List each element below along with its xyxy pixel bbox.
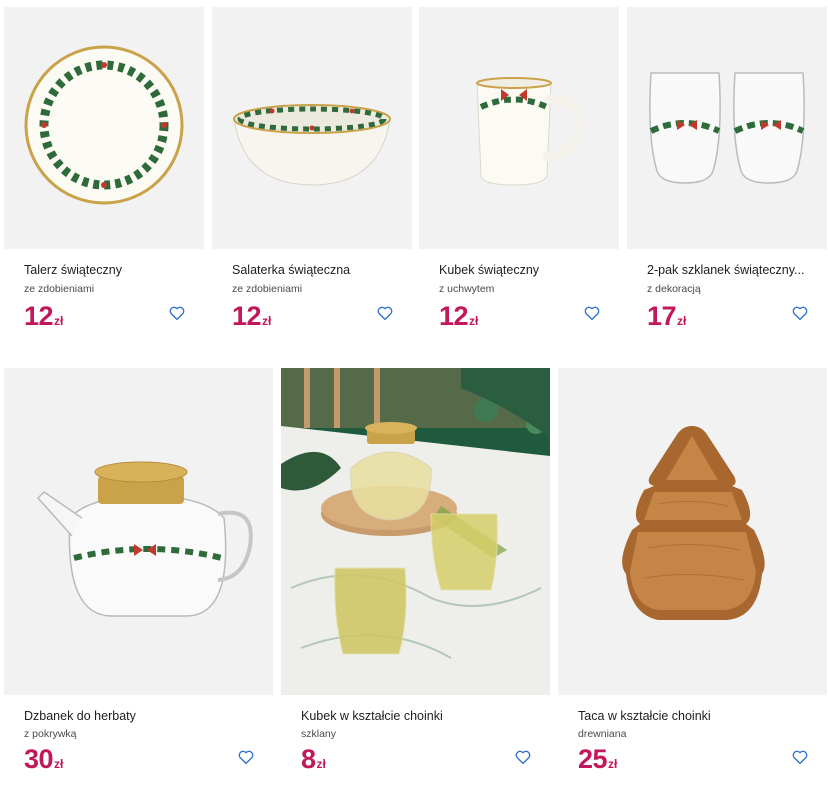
product-card-plate[interactable]: Talerz świąteczny ze zdobieniami 12 zł bbox=[4, 7, 204, 337]
product-title[interactable]: Taca w kształcie choinki bbox=[578, 709, 818, 723]
wishlist-heart-icon[interactable] bbox=[168, 304, 186, 322]
wishlist-heart-icon[interactable] bbox=[376, 304, 394, 322]
product-subtitle: z uchwytem bbox=[439, 283, 495, 295]
product-title[interactable]: Kubek w kształcie choinki bbox=[301, 709, 541, 723]
product-card-mug[interactable]: Kubek świąteczny z uchwytem 12 zł bbox=[419, 7, 619, 337]
product-image-glasses[interactable] bbox=[627, 7, 827, 249]
product-title[interactable]: Kubek świąteczny bbox=[439, 263, 619, 277]
price-currency: zł bbox=[316, 757, 326, 771]
wishlist-heart-icon[interactable] bbox=[514, 748, 532, 766]
product-image-teapot[interactable] bbox=[4, 368, 273, 695]
product-title[interactable]: Talerz świąteczny bbox=[24, 263, 204, 277]
price-amount: 12 bbox=[24, 301, 54, 331]
price-currency: zł bbox=[677, 314, 687, 328]
product-price: 17 zł bbox=[647, 301, 686, 332]
price-amount: 17 bbox=[647, 301, 677, 331]
product-title[interactable]: 2-pak szklanek świąteczny... bbox=[647, 263, 827, 277]
price-currency: zł bbox=[608, 757, 618, 771]
product-subtitle: ze zdobieniami bbox=[232, 283, 303, 295]
product-image-plate[interactable] bbox=[4, 7, 204, 249]
product-subtitle: szklany bbox=[301, 728, 337, 740]
price-currency: zł bbox=[54, 314, 64, 328]
product-price: 8 zł bbox=[301, 744, 326, 775]
product-subtitle: z dekoracją bbox=[647, 283, 701, 295]
product-card-glasses[interactable]: 2-pak szklanek świąteczny... z dekoracją… bbox=[627, 7, 827, 337]
wishlist-heart-icon[interactable] bbox=[791, 304, 809, 322]
product-subtitle: z pokrywką bbox=[24, 728, 77, 740]
price-amount: 8 bbox=[301, 744, 316, 774]
product-card-tree-mug[interactable]: Kubek w kształcie choinki szklany 8 zł bbox=[281, 368, 550, 793]
product-price: 12 zł bbox=[24, 301, 63, 332]
price-currency: zł bbox=[262, 314, 272, 328]
product-title[interactable]: Salaterka świąteczna bbox=[232, 263, 412, 277]
price-amount: 30 bbox=[24, 744, 54, 774]
product-subtitle: drewniana bbox=[578, 728, 627, 740]
wishlist-heart-icon[interactable] bbox=[237, 748, 255, 766]
product-title[interactable]: Dzbanek do herbaty bbox=[24, 709, 264, 723]
product-card-teapot[interactable]: Dzbanek do herbaty z pokrywką 30 zł bbox=[4, 368, 273, 793]
product-image-bowl[interactable] bbox=[212, 7, 412, 249]
wishlist-heart-icon[interactable] bbox=[583, 304, 601, 322]
product-price: 25 zł bbox=[578, 744, 617, 775]
product-price: 12 zł bbox=[232, 301, 271, 332]
product-price: 30 zł bbox=[24, 744, 63, 775]
price-amount: 12 bbox=[232, 301, 262, 331]
product-image-tree-tray[interactable] bbox=[558, 368, 827, 695]
price-currency: zł bbox=[54, 757, 64, 771]
product-card-tree-tray[interactable]: Taca w kształcie choinki drewniana 25 zł bbox=[558, 368, 827, 793]
price-currency: zł bbox=[469, 314, 479, 328]
product-image-mug[interactable] bbox=[419, 7, 619, 249]
product-card-bowl[interactable]: Salaterka świąteczna ze zdobieniami 12 z… bbox=[212, 7, 412, 337]
price-amount: 12 bbox=[439, 301, 469, 331]
product-price: 12 zł bbox=[439, 301, 478, 332]
product-image-tree-mug[interactable] bbox=[281, 368, 550, 695]
wishlist-heart-icon[interactable] bbox=[791, 748, 809, 766]
product-subtitle: ze zdobieniami bbox=[24, 283, 95, 295]
price-amount: 25 bbox=[578, 744, 608, 774]
